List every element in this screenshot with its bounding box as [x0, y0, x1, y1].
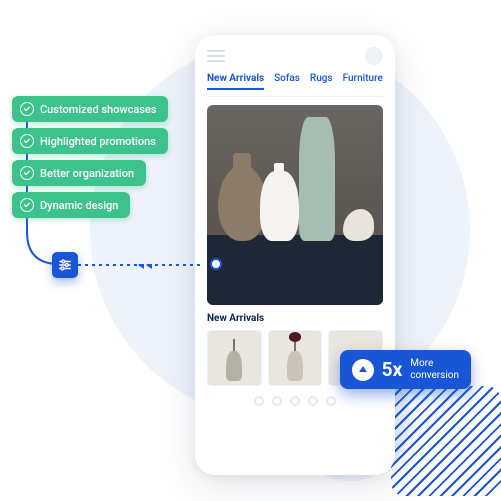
avatar[interactable]: [365, 47, 383, 65]
phone-header: [207, 47, 383, 73]
stat-line1: More: [410, 358, 459, 370]
dot[interactable]: [308, 396, 318, 406]
feature-label: Dynamic design: [40, 199, 118, 212]
feature-label: Highlighted promotions: [40, 135, 156, 148]
dot[interactable]: [272, 396, 282, 406]
feature-highlighted-promotions: Highlighted promotions: [12, 128, 168, 154]
feature-better-organization: Better organization: [12, 160, 146, 186]
check-icon: [20, 102, 34, 116]
hero-image[interactable]: [207, 105, 383, 305]
feature-label: Better organization: [40, 167, 134, 180]
feature-list: Customized showcases Highlighted promoti…: [12, 96, 168, 218]
hamburger-icon[interactable]: [207, 50, 225, 62]
dot[interactable]: [254, 396, 264, 406]
tab-new-arrivals[interactable]: New Arrivals: [207, 73, 264, 90]
category-tabs: New Arrivals Sofas Rugs Furniture: [207, 73, 383, 97]
thumbnail[interactable]: [268, 330, 323, 386]
feature-dynamic-design: Dynamic design: [12, 192, 130, 218]
dot[interactable]: [290, 396, 300, 406]
feature-label: Customized showcases: [40, 103, 156, 116]
section-title: New Arrivals: [207, 313, 383, 324]
dot[interactable]: [326, 396, 336, 406]
check-icon: [20, 134, 34, 148]
stat-value: 5x: [382, 358, 403, 381]
arrow-connector: [78, 264, 218, 276]
check-icon: [20, 198, 34, 212]
hatched-decoration: [391, 386, 501, 496]
stat-badge: 5x More conversion: [340, 350, 471, 389]
tab-furniture[interactable]: Furniture: [343, 73, 383, 90]
thumbnail[interactable]: [207, 330, 262, 386]
stat-text: More conversion: [410, 358, 459, 381]
arrow-up-icon: [352, 359, 374, 381]
check-icon: [20, 166, 34, 180]
target-node-icon: [210, 258, 222, 270]
stat-line2: conversion: [410, 370, 459, 382]
tab-rugs[interactable]: Rugs: [310, 73, 333, 90]
filters-icon[interactable]: [52, 252, 78, 278]
phone-mockup: New Arrivals Sofas Rugs Furniture New Ar…: [195, 35, 395, 475]
feature-customized-showcases: Customized showcases: [12, 96, 168, 122]
pagination-dots: [207, 396, 383, 406]
tab-sofas[interactable]: Sofas: [274, 73, 300, 90]
